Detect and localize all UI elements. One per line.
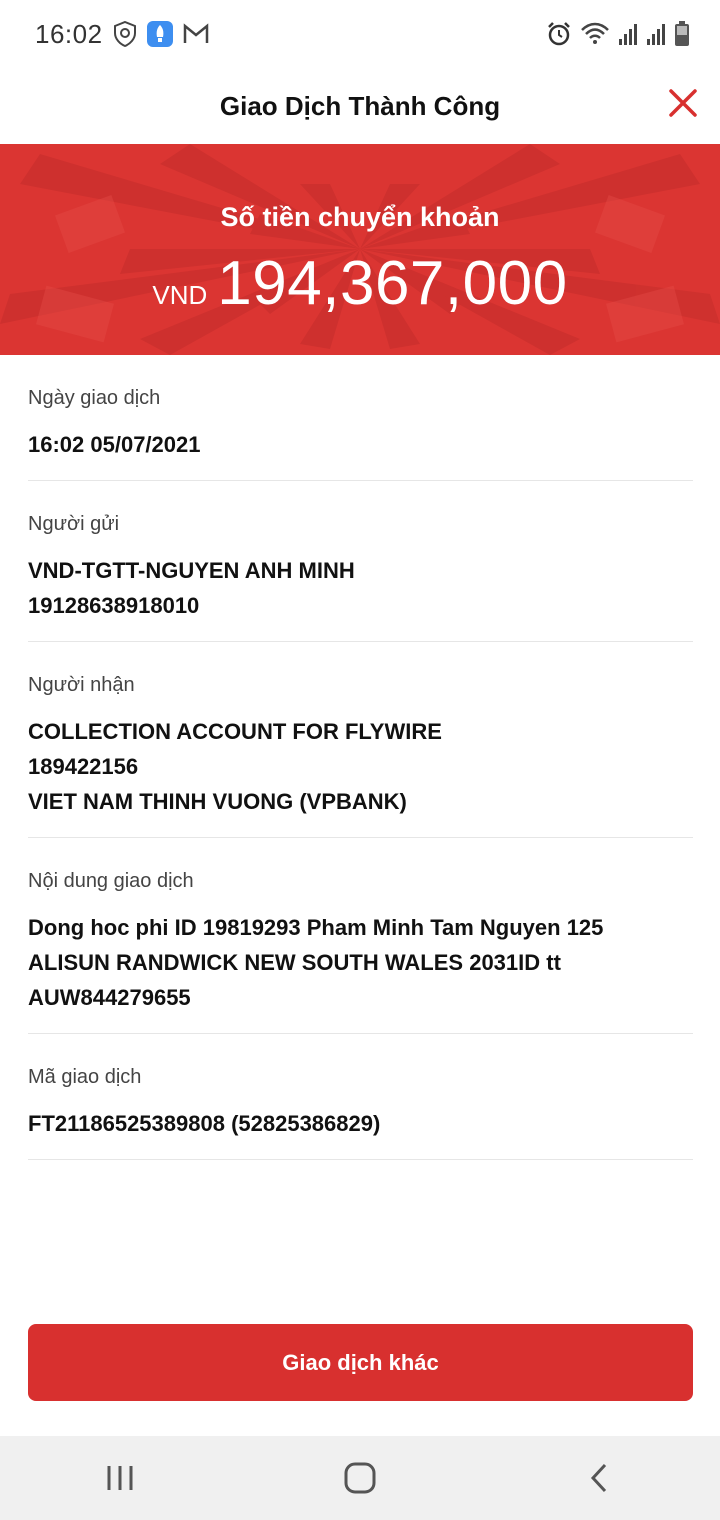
detail-value: ALISUN RANDWICK NEW SOUTH WALES 2031ID t… — [28, 950, 561, 975]
signal-icon — [618, 22, 638, 46]
wifi-icon — [580, 22, 610, 46]
close-icon — [669, 89, 697, 117]
detail-value: VIET NAM THINH VUONG (VPBANK) — [28, 789, 407, 814]
currency: VND — [152, 280, 208, 310]
close-button[interactable] — [662, 82, 704, 124]
detail-content: Nội dung giao dịch Dong hoc phi ID 19819… — [28, 838, 693, 1034]
status-time: 16:02 — [35, 18, 103, 49]
alarm-icon — [546, 21, 572, 47]
home-icon — [344, 1462, 376, 1494]
page-title: Giao Dịch Thành Công — [219, 90, 501, 121]
detail-label: Người nhận — [28, 674, 135, 696]
detail-value: Dong hoc phi ID 19819293 Pham Minh Tam N… — [28, 915, 604, 940]
gmail-icon — [183, 23, 209, 45]
amount-banner: Số tiền chuyển khoản VND 194,367,000 — [0, 144, 720, 355]
shield-app-icon — [113, 21, 137, 47]
recent-apps-icon — [107, 1466, 133, 1490]
transaction-details: Ngày giao dịch 16:02 05/07/2021 Người gử… — [28, 355, 693, 1160]
detail-value: 189422156 — [28, 754, 139, 779]
detail-value: FT21186525389808 (52825386829) — [28, 1111, 381, 1136]
detail-label: Nội dung giao dịch — [28, 870, 194, 892]
rocket-app-icon — [146, 21, 173, 47]
detail-sender: Người gửi VND-TGTT-NGUYEN ANH MINH 19128… — [28, 481, 693, 642]
battery-icon — [674, 21, 690, 47]
detail-label: Ngày giao dịch — [28, 387, 161, 409]
detail-label: Mã giao dịch — [28, 1066, 142, 1088]
home-button[interactable] — [320, 1448, 400, 1508]
status-bar: 16:02 — [0, 0, 720, 68]
back-button[interactable] — [560, 1448, 640, 1508]
detail-label: Người gửi — [28, 513, 120, 535]
signal-icon — [646, 22, 666, 46]
back-icon — [590, 1463, 607, 1493]
other-transaction-button[interactable]: Giao dịch khác — [28, 1324, 693, 1401]
status-right — [546, 21, 690, 47]
amount-label: Số tiền chuyển khoản — [220, 202, 500, 232]
detail-recipient: Người nhận COLLECTION ACCOUNT FOR FLYWIR… — [28, 642, 693, 838]
detail-value: VND-TGTT-NGUYEN ANH MINH — [28, 558, 355, 583]
amount-row: VND 194,367,000 — [0, 248, 720, 319]
detail-value: 16:02 05/07/2021 — [28, 432, 201, 457]
recent-apps-button[interactable] — [80, 1448, 160, 1508]
detail-value: AUW844279655 — [28, 985, 191, 1010]
detail-date: Ngày giao dịch 16:02 05/07/2021 — [28, 355, 693, 481]
header: Giao Dịch Thành Công — [0, 68, 720, 144]
detail-value: COLLECTION ACCOUNT FOR FLYWIRE — [28, 719, 442, 744]
detail-value: 19128638918010 — [28, 593, 200, 618]
amount-value: 194,367,000 — [217, 249, 568, 318]
status-left: 16:02 — [35, 19, 209, 50]
detail-code: Mã giao dịch FT21186525389808 (528253868… — [28, 1034, 693, 1160]
system-nav-bar — [0, 1436, 720, 1520]
